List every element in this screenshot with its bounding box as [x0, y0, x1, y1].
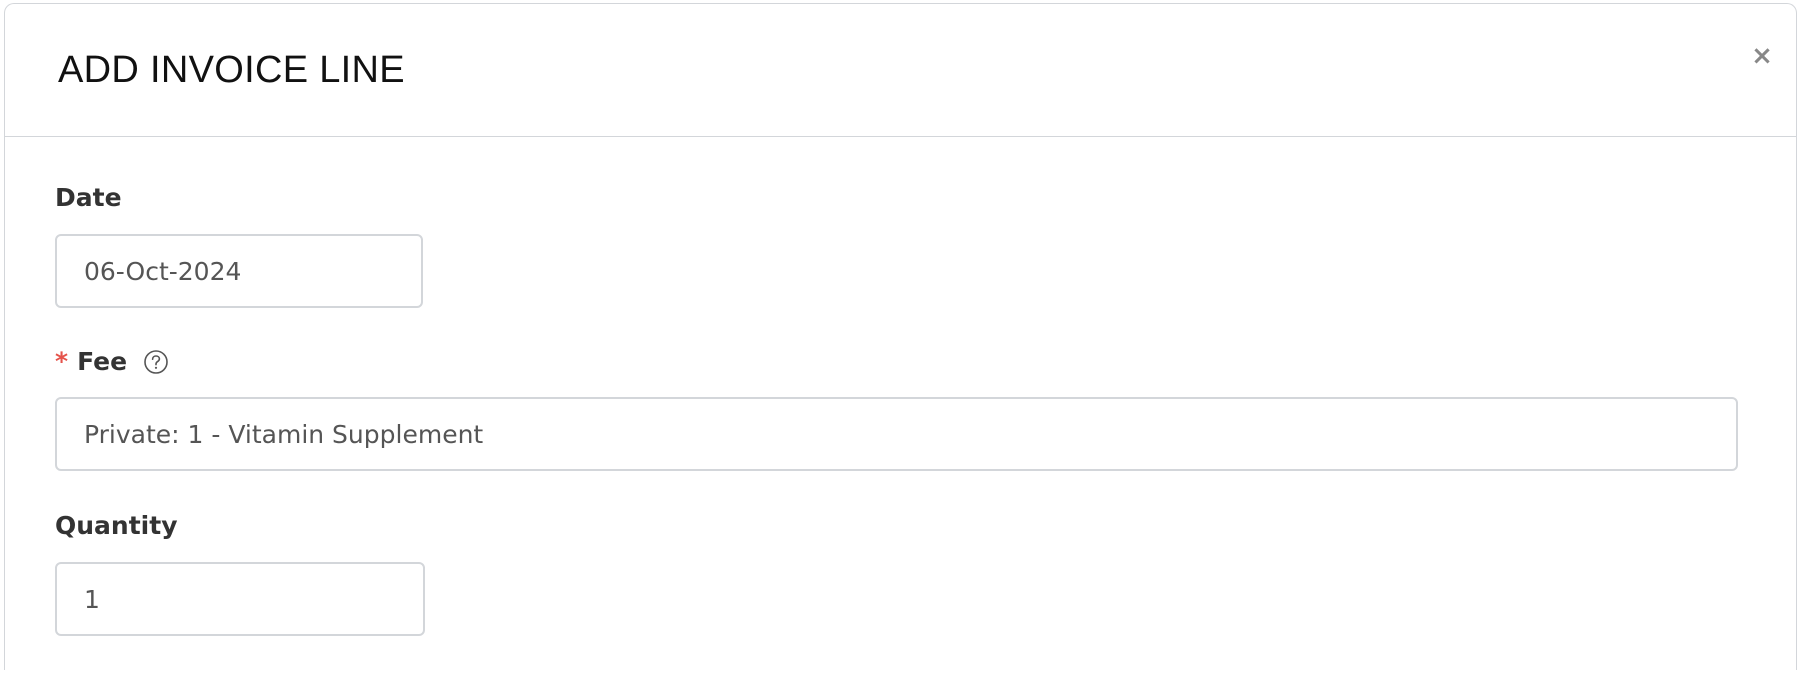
quantity-input[interactable] — [55, 562, 425, 636]
fee-label: * Fee — [55, 347, 169, 376]
date-input[interactable] — [55, 234, 423, 308]
date-label: Date — [55, 183, 122, 212]
close-icon[interactable]: × — [1746, 40, 1778, 72]
dialog-header: ADD INVOICE LINE × — [5, 4, 1796, 137]
fee-label-text: Fee — [77, 347, 128, 376]
quantity-label: Quantity — [55, 511, 178, 540]
date-label-text: Date — [55, 183, 122, 212]
fee-input[interactable] — [55, 397, 1738, 471]
question-circle-icon[interactable] — [143, 349, 169, 375]
quantity-label-text: Quantity — [55, 511, 178, 540]
required-marker: * — [55, 347, 69, 376]
dialog-title: ADD INVOICE LINE — [58, 49, 405, 91]
